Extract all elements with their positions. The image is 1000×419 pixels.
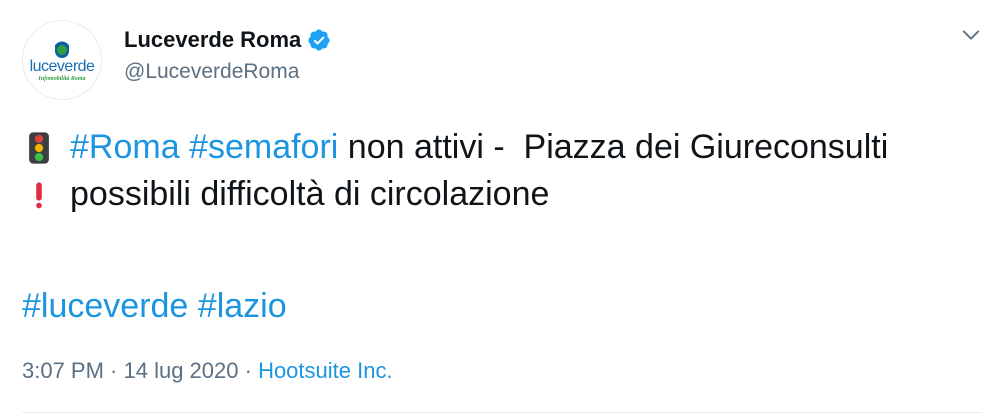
meta-separator: ·	[103, 358, 124, 383]
verified-badge-icon	[307, 28, 331, 52]
tweet-header: luceverde Infomobilità Roma Luceverde Ro…	[22, 20, 331, 100]
tweet-line-2: possibili difficoltà di circolazione	[22, 171, 992, 218]
tweet-line-1-text: non attivi - Piazza dei Giureconsulti	[338, 128, 889, 166]
tweet-date-link[interactable]: 14 lug 2020	[124, 358, 239, 383]
tweet-time-link[interactable]: 3:07 PM	[22, 358, 104, 383]
author-display-name: Luceverde Roma	[124, 27, 302, 52]
author-names: Luceverde Roma @LuceverdeRoma	[124, 26, 331, 84]
avatar[interactable]: luceverde Infomobilità Roma	[22, 20, 102, 100]
hashtag-luceverde-link[interactable]: #luceverde	[22, 287, 188, 325]
avatar-logo-text: luceverde	[29, 57, 95, 75]
traffic-light-icon	[22, 128, 56, 168]
divider	[22, 412, 982, 413]
tweet-card: luceverde Infomobilità Roma Luceverde Ro…	[0, 0, 1000, 419]
avatar-logo-subtext: Infomobilità Roma	[38, 75, 86, 82]
more-options-chevron-down-icon[interactable]	[960, 24, 982, 46]
hashtag-semafori-link[interactable]: #semafori	[189, 124, 338, 171]
exclamation-icon	[22, 175, 56, 215]
hashtag-roma-link[interactable]: #Roma	[70, 124, 180, 171]
meta-separator: ·	[238, 358, 259, 383]
author-handle[interactable]: @LuceverdeRoma	[124, 60, 331, 84]
hashtag-lazio-link[interactable]: #lazio	[198, 287, 287, 325]
tweet-source-link[interactable]: Hootsuite Inc.	[258, 358, 393, 383]
tweet-line-1: #Roma #semafori non attivi - Piazza dei …	[22, 124, 992, 171]
luceverde-logo-icon	[55, 37, 69, 58]
tweet-body: #Roma #semafori non attivi - Piazza dei …	[22, 124, 992, 218]
author-display-name-link[interactable]: Luceverde Roma	[124, 26, 331, 54]
tweet-line-2-text: possibili difficoltà di circolazione	[70, 175, 550, 213]
tweet-meta: 3:07 PM · 14 lug 2020 · Hootsuite Inc.	[22, 358, 393, 384]
tweet-hashtags: #luceverde #lazio	[22, 284, 287, 328]
